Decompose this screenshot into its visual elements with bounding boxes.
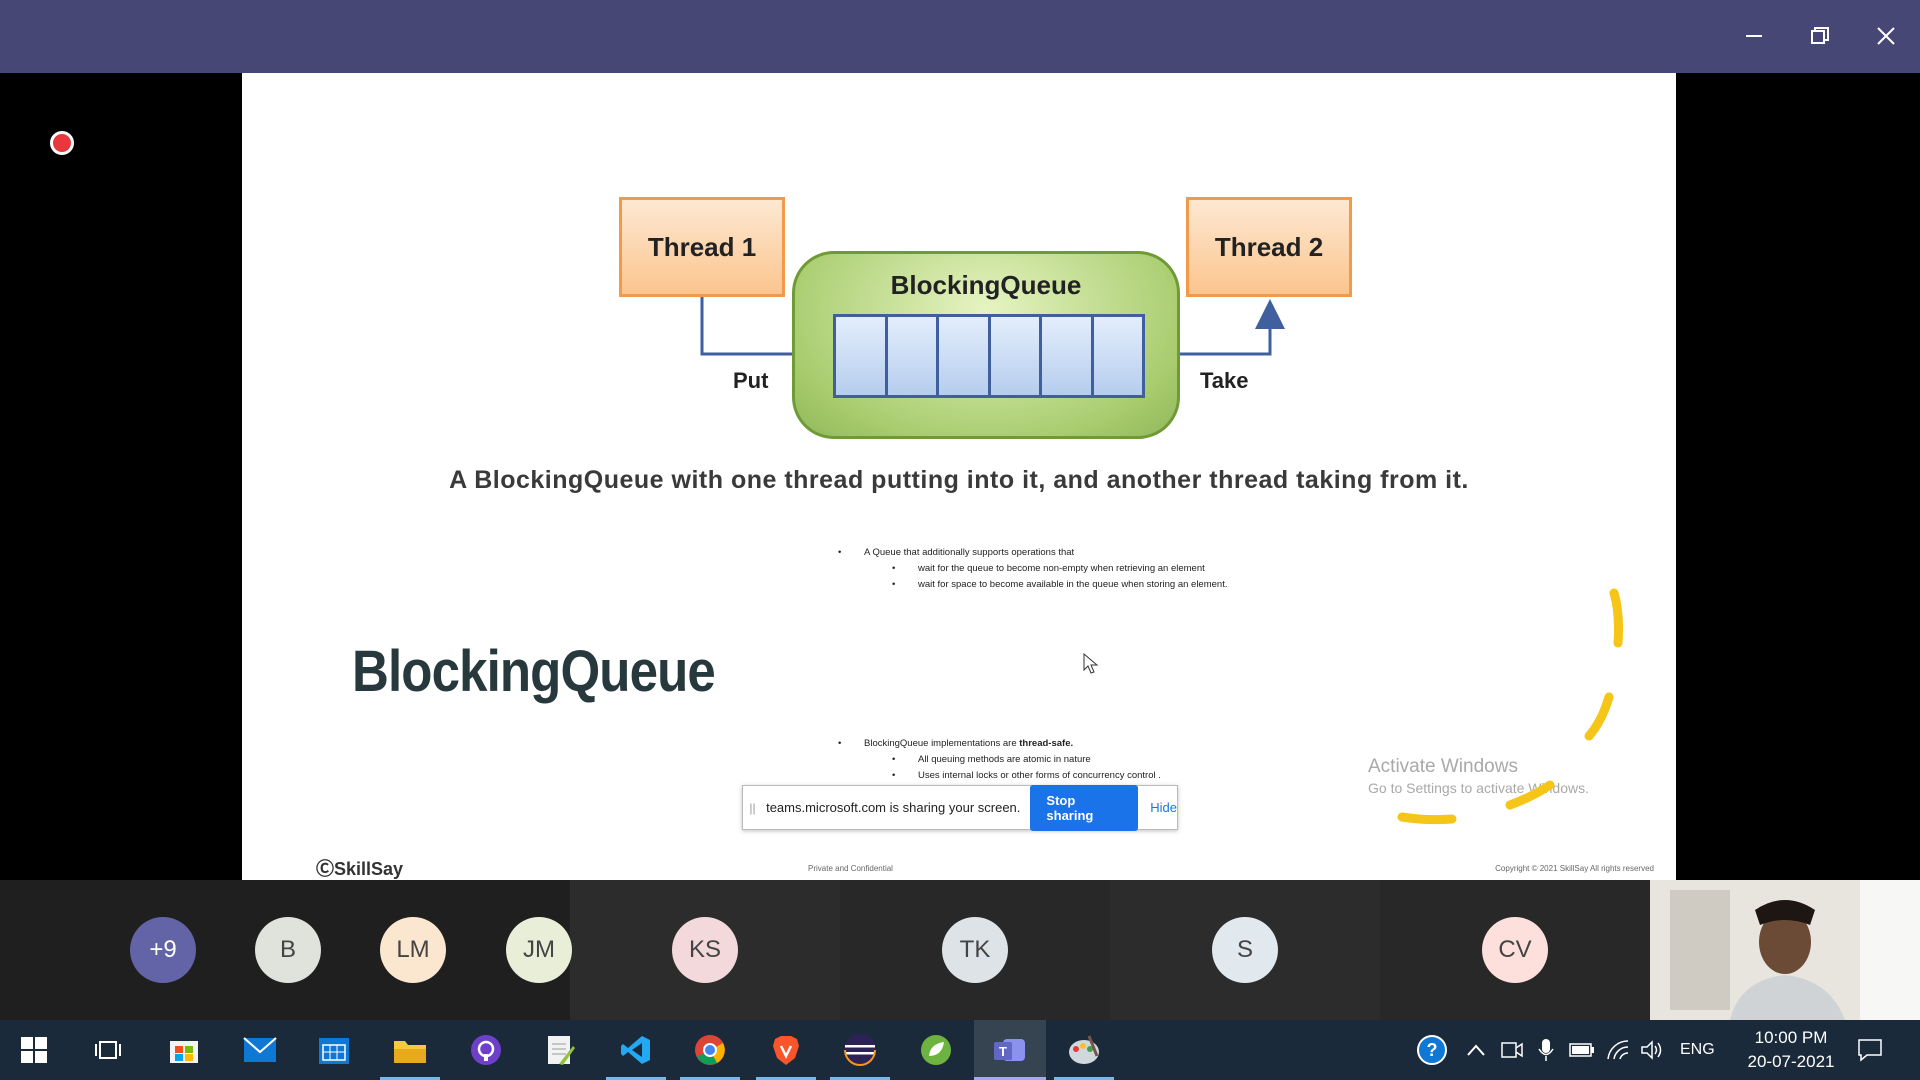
shared-slide: Thread 1 Thread 2 BlockingQueue Put Take… xyxy=(242,73,1676,880)
skillsay-logo: ⒸSkillSay xyxy=(316,859,404,879)
participant-avatar[interactable]: JM xyxy=(506,917,572,983)
file-explorer-icon[interactable] xyxy=(390,1030,430,1070)
close-icon[interactable] xyxy=(1868,18,1904,54)
footer-copyright: Copyright © 2021 SkillSay All rights res… xyxy=(1495,864,1654,873)
eclipse-icon[interactable] xyxy=(840,1030,880,1070)
system-clock[interactable]: 10:00 PM 20-07-2021 xyxy=(1736,1026,1846,1074)
teams-taskbar-highlight xyxy=(974,1020,1046,1077)
participants-strip: +9 B LM JM KS TK S CV xyxy=(0,880,1920,1020)
paint-icon[interactable] xyxy=(1064,1030,1104,1070)
clock-date: 20-07-2021 xyxy=(1747,1052,1835,1071)
participant-avatar[interactable]: KS xyxy=(672,917,738,983)
chrome-icon[interactable] xyxy=(690,1030,730,1070)
self-video-tile[interactable] xyxy=(1650,880,1920,1020)
notepad-plus-icon[interactable] xyxy=(540,1030,580,1070)
chevron-up-icon[interactable] xyxy=(1456,1030,1496,1070)
language-indicator[interactable]: ENG xyxy=(1680,1020,1715,1080)
participant-avatar[interactable]: CV xyxy=(1482,917,1548,983)
volume-icon[interactable] xyxy=(1632,1030,1672,1070)
github-icon[interactable] xyxy=(466,1030,506,1070)
minimize-icon[interactable] xyxy=(1736,18,1772,54)
logo-text: SkillSay xyxy=(334,859,404,879)
participant-avatar[interactable]: LM xyxy=(380,917,446,983)
mail-icon[interactable] xyxy=(240,1030,280,1070)
microphone-icon[interactable] xyxy=(1526,1030,1566,1070)
vscode-icon[interactable] xyxy=(616,1030,656,1070)
recording-indicator-icon xyxy=(50,131,74,155)
restore-icon[interactable] xyxy=(1802,18,1838,54)
help-icon[interactable]: ? xyxy=(1412,1030,1452,1070)
participant-avatar[interactable]: +9 xyxy=(130,917,196,983)
task-view-icon[interactable] xyxy=(88,1030,128,1070)
windows-taskbar: T ? ENG 10:00 PM 20-07-2021 xyxy=(0,1020,1920,1080)
participant-avatar[interactable]: TK xyxy=(942,917,1008,983)
store-icon[interactable] xyxy=(164,1030,204,1070)
participant-video-image xyxy=(1650,880,1920,1020)
annotation-strokes xyxy=(1397,588,1623,825)
svg-text:?: ? xyxy=(1427,1040,1438,1060)
participant-avatar[interactable]: B xyxy=(255,917,321,983)
brave-icon[interactable] xyxy=(766,1030,806,1070)
calendar-icon[interactable] xyxy=(314,1030,354,1070)
footer-confidential: Private and Confidential xyxy=(808,864,893,873)
spring-icon[interactable] xyxy=(916,1030,956,1070)
meeting-titlebar xyxy=(0,0,1920,73)
clock-time: 10:00 PM xyxy=(1754,1028,1828,1047)
battery-icon[interactable] xyxy=(1562,1030,1602,1070)
participant-avatar[interactable]: S xyxy=(1212,917,1278,983)
notifications-icon[interactable] xyxy=(1850,1030,1890,1070)
start-icon[interactable] xyxy=(14,1030,54,1070)
